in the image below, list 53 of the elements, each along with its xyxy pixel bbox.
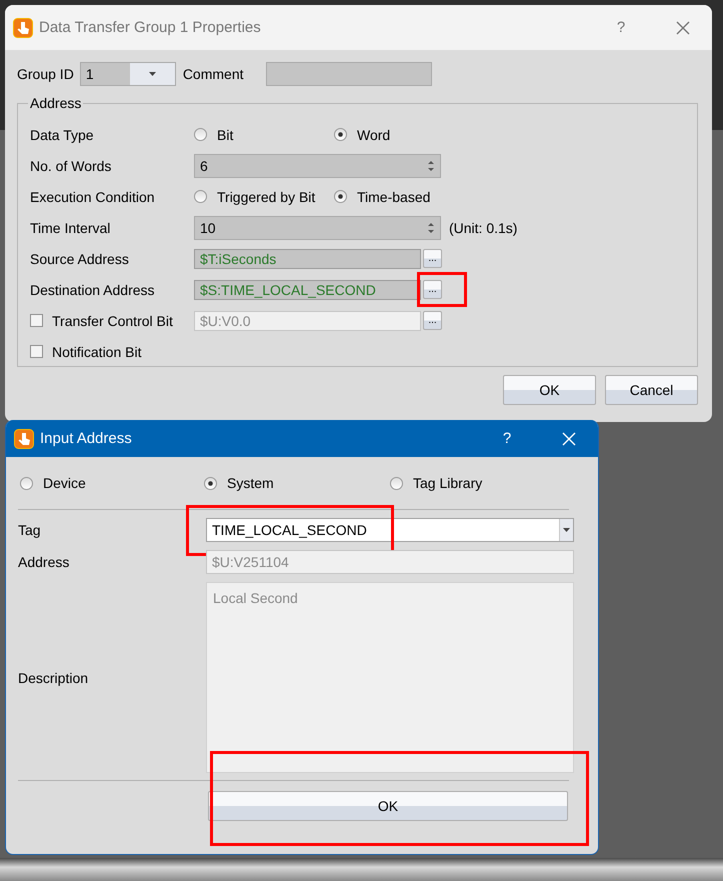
option-label: Word [357,126,390,142]
radio-button[interactable] [334,128,347,141]
app-icon [14,428,34,448]
option-label: Time-based [357,188,430,204]
ok-button[interactable]: OK [208,791,568,821]
field-label: No. of Words [30,158,112,174]
dropdown-arrow-icon [149,72,156,76]
field-label: Description [18,670,90,686]
option-label: Device [43,475,86,491]
checkbox-label: Notification Bit [52,344,142,360]
field-label: Time Interval [30,220,112,236]
option-label: Bit [217,126,234,142]
checkbox[interactable] [30,314,43,327]
window-title: Data Transfer Group 1 Properties [39,19,262,36]
field-label: Comment [182,66,244,82]
radio-button[interactable] [390,476,403,490]
group-title: Address [29,95,82,111]
field-label: Group ID [17,66,74,82]
field-label: Data Type [30,126,95,142]
help-button[interactable]: ? [612,19,630,36]
help-button[interactable]: ? [498,430,516,447]
field-label: Tag [18,522,42,538]
field-label: Execution Condition [30,188,156,204]
browse-button[interactable]: ... [423,280,442,299]
dialog-button[interactable]: Cancel [605,375,698,405]
number-field[interactable]: 10 [194,216,441,240]
checkbox[interactable] [30,345,43,358]
unit-label: (Unit: 0.1s) [449,220,518,236]
radio-button[interactable] [194,128,207,141]
field-label: Source Address [30,250,130,266]
window-title: Input Address [40,430,133,447]
tag-dropdown[interactable]: TIME_LOCAL_SECOND [206,518,574,542]
option-label: Triggered by Bit [217,188,316,204]
number-field[interactable]: 6 [194,154,441,178]
dropdown-arrow-icon [563,528,570,532]
group-id-dropdown[interactable]: 1 [80,62,176,86]
browse-button[interactable]: ... [423,311,442,330]
option-label: Tag Library [413,475,482,491]
browse-button[interactable]: ... [423,249,442,268]
radio-button[interactable] [334,190,347,203]
spin-arrows-icon[interactable] [427,220,435,234]
field-label: Destination Address [30,282,156,298]
app-icon [13,18,33,38]
comment-field[interactable] [266,62,432,86]
radio-button[interactable] [194,190,207,203]
option-label: System [227,475,274,491]
close-icon[interactable] [676,20,690,34]
checkbox-label: Transfer Control Bit [52,312,173,328]
field-label: Address [18,554,70,570]
radio-button[interactable] [20,476,33,490]
spin-arrows-icon[interactable] [427,158,435,172]
radio-button[interactable] [204,476,217,490]
dialog-button[interactable]: OK [503,375,596,405]
